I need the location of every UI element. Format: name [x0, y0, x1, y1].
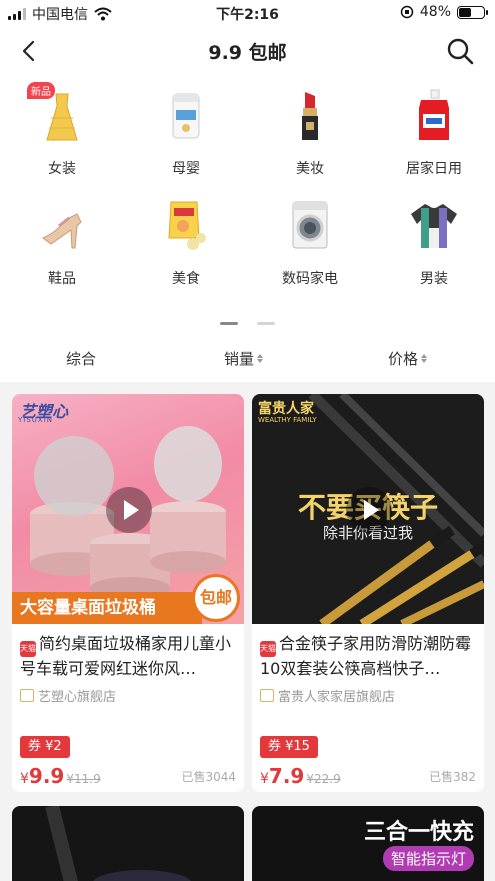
product-image — [45, 806, 191, 881]
lipstick-icon — [302, 92, 318, 140]
search-icon[interactable] — [445, 36, 475, 66]
washing-machine-icon — [292, 201, 328, 249]
product-feed: 艺塑心 YISUXIN 大容量桌面垃圾桶 包邮 天猫 简约桌面垃圾桶家用儿童小号车… — [0, 382, 495, 881]
original-price: ¥22.9 — [306, 772, 341, 786]
category-food[interactable]: 美食 — [124, 194, 248, 294]
category-digital-appliance[interactable]: 数码家电 — [248, 194, 372, 294]
coupon-badge[interactable]: 券 ¥15 — [260, 736, 318, 758]
battery-icon — [457, 5, 488, 19]
shop-icon — [260, 689, 274, 702]
product-title[interactable]: 天猫 简约桌面垃圾桶家用儿童小号车载可爱网红迷你风… — [20, 632, 238, 681]
shop-label: 富贵人家家居旗舰店 — [278, 690, 396, 705]
brand-logo-text: 富贵人家 — [258, 401, 314, 417]
sort-tab-price[interactable]: 价格 — [388, 348, 428, 369]
product-card[interactable] — [12, 806, 244, 881]
product-card[interactable]: 艺塑心 YISUXIN 大容量桌面垃圾桶 包邮 天猫 简约桌面垃圾桶家用儿童小号车… — [12, 394, 244, 792]
detergent-icon — [419, 89, 449, 140]
sort-tab-label: 销量 — [224, 350, 255, 368]
product-image[interactable]: 艺塑心 YISUXIN 大容量桌面垃圾桶 包邮 — [12, 394, 244, 624]
current-price: ¥7.9 ¥22.9 — [260, 764, 341, 788]
category-label: 美妆 — [296, 161, 324, 177]
page-indicator — [0, 322, 495, 326]
shop-name[interactable]: 富贵人家家居旗舰店 — [260, 686, 395, 705]
product-card[interactable]: 富贵人家 WEALTHY FAMILY 不要买筷子 除非你看过我 天猫 合金筷子家… — [252, 394, 484, 792]
sold-count: 已售382 — [429, 770, 476, 784]
category-label: 美食 — [172, 271, 200, 287]
category-beauty[interactable]: 美妆 — [248, 84, 372, 184]
product-image[interactable]: 富贵人家 WEALTHY FAMILY 不要买筷子 除非你看过我 — [252, 394, 484, 624]
price-symbol: ¥ — [20, 771, 29, 787]
product-title-text: 简约桌面垃圾桶家用儿童小号车载可爱网红迷你风… — [20, 634, 232, 678]
sort-tab-overall[interactable]: 综合 — [66, 348, 96, 369]
current-price: ¥9.9 ¥11.9 — [20, 764, 101, 788]
category-women-clothing[interactable]: 新品 女装 — [0, 82, 124, 184]
battery-percent: 48% — [419, 4, 451, 20]
tmall-icon: 天猫 — [20, 641, 36, 657]
category-home-daily[interactable]: 居家日用 — [372, 84, 495, 184]
page-dot — [257, 322, 275, 325]
category-label: 鞋品 — [48, 271, 76, 287]
sort-tab-sales[interactable]: 销量 — [224, 348, 264, 369]
snack-icon — [168, 201, 206, 250]
sort-tab-label: 综合 — [66, 350, 97, 368]
coupon-badge[interactable]: 券 ¥2 — [20, 736, 70, 758]
image-badge: 智能指示灯 — [382, 846, 474, 871]
category-label: 母婴 — [172, 161, 200, 177]
category-label: 女装 — [48, 161, 76, 177]
orientation-lock-icon — [400, 5, 414, 19]
price-row: ¥7.9 ¥22.9 已售382 — [260, 764, 476, 788]
brand-logo-subtext: WEALTHY FAMILY — [258, 416, 317, 424]
brand-logo-subtext: YISUXIN — [18, 416, 54, 424]
tshirt-icon — [411, 204, 457, 248]
category-grid: 新品 女装 母婴 美妆 居家日用 鞋品 美食 数码家电 男装 — [0, 82, 495, 304]
sort-tab-label: 价格 — [388, 350, 419, 368]
sort-arrows-icon — [421, 354, 428, 363]
image-headline: 三合一快充 — [363, 820, 474, 845]
image-banner: 大容量桌面垃圾桶 — [12, 592, 202, 624]
category-label: 数码家电 — [282, 271, 338, 287]
play-video-button[interactable] — [106, 487, 152, 533]
play-video-button[interactable] — [346, 487, 392, 533]
shop-label: 艺塑心旗舰店 — [38, 690, 117, 705]
original-price: ¥11.9 — [66, 772, 101, 786]
category-men-clothing[interactable]: 男装 — [372, 194, 495, 294]
sort-bar: 综合 销量 价格 — [0, 336, 495, 380]
heel-shoe-icon — [42, 213, 82, 249]
free-shipping-badge: 包邮 — [192, 574, 240, 622]
sort-arrows-icon — [257, 354, 264, 363]
category-shoes[interactable]: 鞋品 — [0, 194, 124, 294]
product-title[interactable]: 天猫 合金筷子家用防滑防潮防霉10双套装公筷高档快子… — [260, 632, 478, 681]
sold-count: 已售3044 — [181, 770, 236, 784]
new-tag: 新品 — [27, 82, 55, 99]
status-bar: 中国电信 下午2:16 48% — [0, 0, 495, 26]
page-dot-active — [220, 322, 238, 325]
category-label: 居家日用 — [406, 161, 462, 177]
shop-icon — [20, 689, 34, 702]
price-symbol: ¥ — [260, 771, 269, 787]
category-label: 男装 — [420, 271, 448, 287]
product-title-text: 合金筷子家用防滑防潮防霉10双套装公筷高档快子… — [260, 634, 472, 678]
product-card[interactable]: 三合一快充 智能指示灯 — [252, 806, 484, 881]
price-row: ¥9.9 ¥11.9 已售3044 — [20, 764, 236, 788]
price-value: 9.9 — [28, 764, 65, 788]
milk-powder-icon — [172, 93, 200, 139]
tmall-icon: 天猫 — [260, 641, 276, 657]
category-mother-baby[interactable]: 母婴 — [124, 84, 248, 184]
page-title: 9.9 包邮 — [208, 42, 287, 64]
shop-name[interactable]: 艺塑心旗舰店 — [20, 686, 116, 705]
nav-bar: 9.9 包邮 — [0, 28, 495, 74]
price-value: 7.9 — [268, 764, 305, 788]
